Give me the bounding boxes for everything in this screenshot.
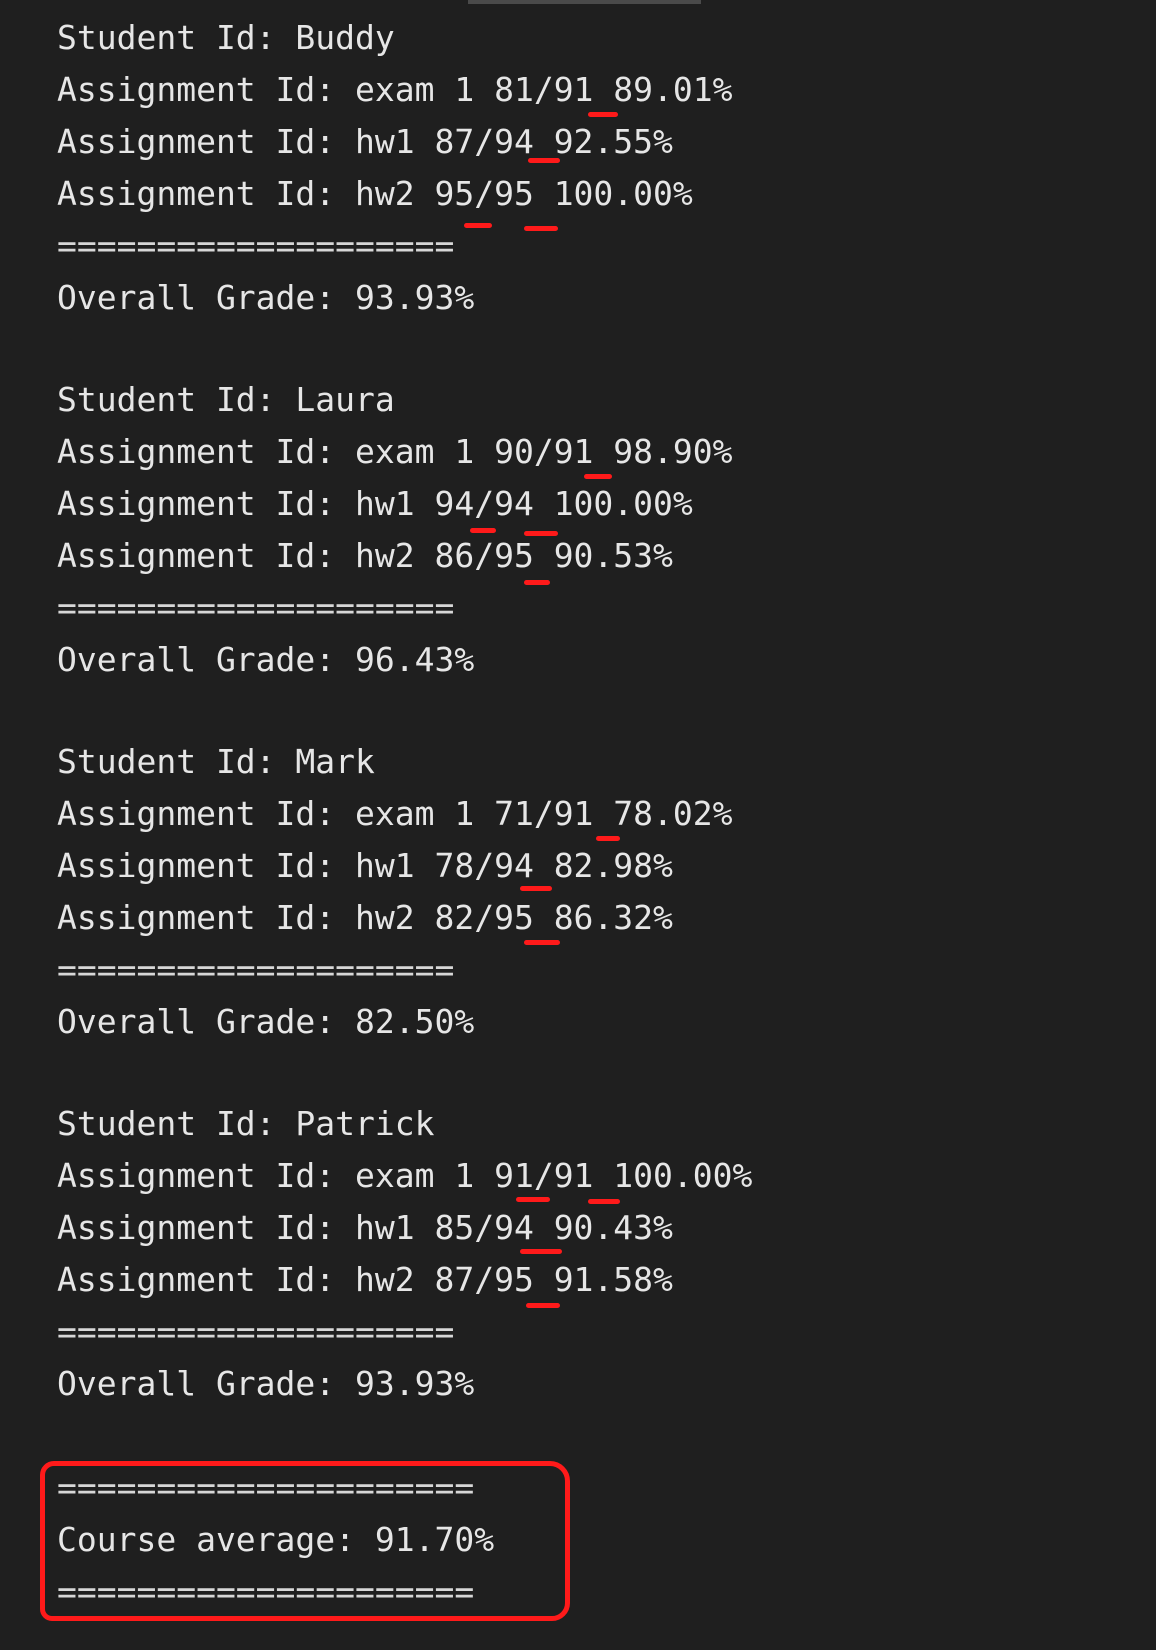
assignment-line: Assignment Id: hw1 85/94 90.43% [57, 1208, 673, 1247]
assignment-line: Assignment Id: hw2 82/95 86.32% [57, 898, 673, 937]
assignment-line: Assignment Id: exam 1 71/91 78.02% [57, 794, 733, 833]
red-underline-mark [524, 580, 550, 585]
separator-line: ==================== [57, 1312, 455, 1351]
red-highlight-box [40, 1461, 570, 1621]
red-underline-mark [596, 836, 620, 841]
assignment-line: Assignment Id: exam 1 91/91 100.00% [57, 1156, 753, 1195]
red-underline-mark [526, 1303, 560, 1308]
assignment-line: Assignment Id: hw2 95/95 100.00% [57, 174, 693, 213]
separator-line: ==================== [57, 588, 455, 627]
red-underline-mark [516, 1197, 550, 1202]
assignment-line: Assignment Id: hw2 87/95 91.58% [57, 1260, 673, 1299]
red-underline-mark [520, 1249, 562, 1254]
red-underline-mark [470, 528, 496, 533]
assignment-line: Assignment Id: hw2 86/95 90.53% [57, 536, 673, 575]
separator-line: ==================== [57, 226, 455, 265]
assignment-line: Assignment Id: exam 1 81/91 89.01% [57, 70, 733, 109]
overall-grade-line: Overall Grade: 96.43% [57, 640, 475, 679]
red-underline-mark [464, 223, 492, 228]
assignment-line: Assignment Id: exam 1 90/91 98.90% [57, 432, 733, 471]
terminal-output: Student Id: Buddy Assignment Id: exam 1 … [0, 0, 1156, 1650]
student-id-line: Student Id: Mark [57, 742, 375, 781]
red-underline-mark [588, 1199, 620, 1204]
red-underline-mark [524, 226, 558, 231]
overall-grade-line: Overall Grade: 93.93% [57, 1364, 475, 1403]
assignment-line: Assignment Id: hw1 94/94 100.00% [57, 484, 693, 523]
student-id-line: Student Id: Buddy [57, 18, 395, 57]
red-underline-mark [528, 158, 560, 163]
red-underline-mark [588, 112, 618, 117]
red-underline-mark [584, 474, 612, 479]
red-underline-mark [524, 940, 560, 945]
red-underline-mark [524, 531, 558, 536]
assignment-line: Assignment Id: hw1 87/94 92.55% [57, 122, 673, 161]
student-id-line: Student Id: Patrick [57, 1104, 435, 1143]
red-underline-mark [520, 886, 552, 891]
window-top-bar [468, 0, 701, 4]
separator-line: ==================== [57, 950, 455, 989]
student-id-line: Student Id: Laura [57, 380, 395, 419]
overall-grade-line: Overall Grade: 82.50% [57, 1002, 475, 1041]
overall-grade-line: Overall Grade: 93.93% [57, 278, 475, 317]
assignment-line: Assignment Id: hw1 78/94 82.98% [57, 846, 673, 885]
